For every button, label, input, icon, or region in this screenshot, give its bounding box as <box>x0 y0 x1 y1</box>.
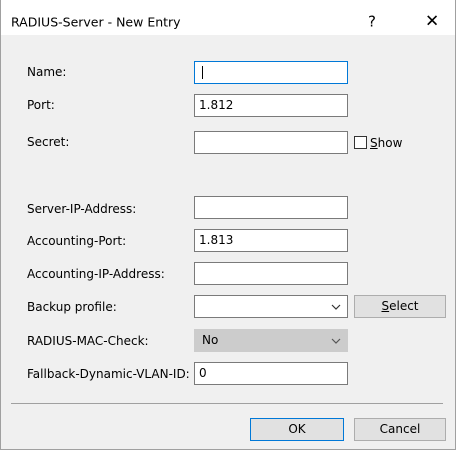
chevron-down-icon <box>331 338 341 344</box>
show-accesskey: S <box>370 136 378 150</box>
radius-server-dialog: RADIUS-Server - New Entry ? ✕ Name: Port… <box>0 0 456 450</box>
secret-label: Secret: <box>27 135 70 149</box>
accounting-ip-input[interactable] <box>194 262 348 285</box>
backup-profile-select[interactable] <box>194 295 348 318</box>
help-button[interactable]: ? <box>368 14 376 30</box>
fallback-vlan-label: Fallback-Dynamic-VLAN-ID: <box>27 367 190 381</box>
show-label-rest: how <box>377 136 403 150</box>
server-ip-input[interactable] <box>194 196 348 219</box>
close-button[interactable]: ✕ <box>425 13 439 31</box>
name-label: Name: <box>27 65 67 79</box>
accounting-port-label: Accounting-Port: <box>27 234 127 248</box>
secret-input[interactable] <box>194 131 348 154</box>
accounting-ip-label: Accounting-IP-Address: <box>27 267 165 281</box>
port-input[interactable]: 1.812 <box>194 94 348 117</box>
text-caret <box>202 66 203 79</box>
cancel-button[interactable]: Cancel <box>354 418 446 441</box>
backup-profile-label: Backup profile: <box>27 300 117 314</box>
radius-mac-check-label: RADIUS-MAC-Check: <box>27 334 149 348</box>
separator <box>11 403 443 404</box>
fallback-vlan-input[interactable]: 0 <box>194 362 348 385</box>
select-accesskey: S <box>381 299 390 313</box>
chevron-down-icon <box>331 304 341 310</box>
port-label: Port: <box>27 98 55 112</box>
server-ip-label: Server-IP-Address: <box>27 202 137 216</box>
show-checkbox-box[interactable] <box>354 136 367 149</box>
name-input[interactable] <box>194 61 348 84</box>
radius-mac-check-select[interactable]: No <box>194 329 348 352</box>
window-title: RADIUS-Server - New Entry <box>11 14 181 30</box>
accounting-port-input[interactable]: 1.813 <box>194 229 348 252</box>
ok-button[interactable]: OK <box>250 418 344 441</box>
select-button[interactable]: Select <box>354 295 446 318</box>
select-label-rest: elect <box>389 299 419 313</box>
show-checkbox-label: Show <box>370 135 402 151</box>
title-bar: RADIUS-Server - New Entry ? ✕ <box>1 0 455 35</box>
radius-mac-check-value: No <box>202 333 219 347</box>
